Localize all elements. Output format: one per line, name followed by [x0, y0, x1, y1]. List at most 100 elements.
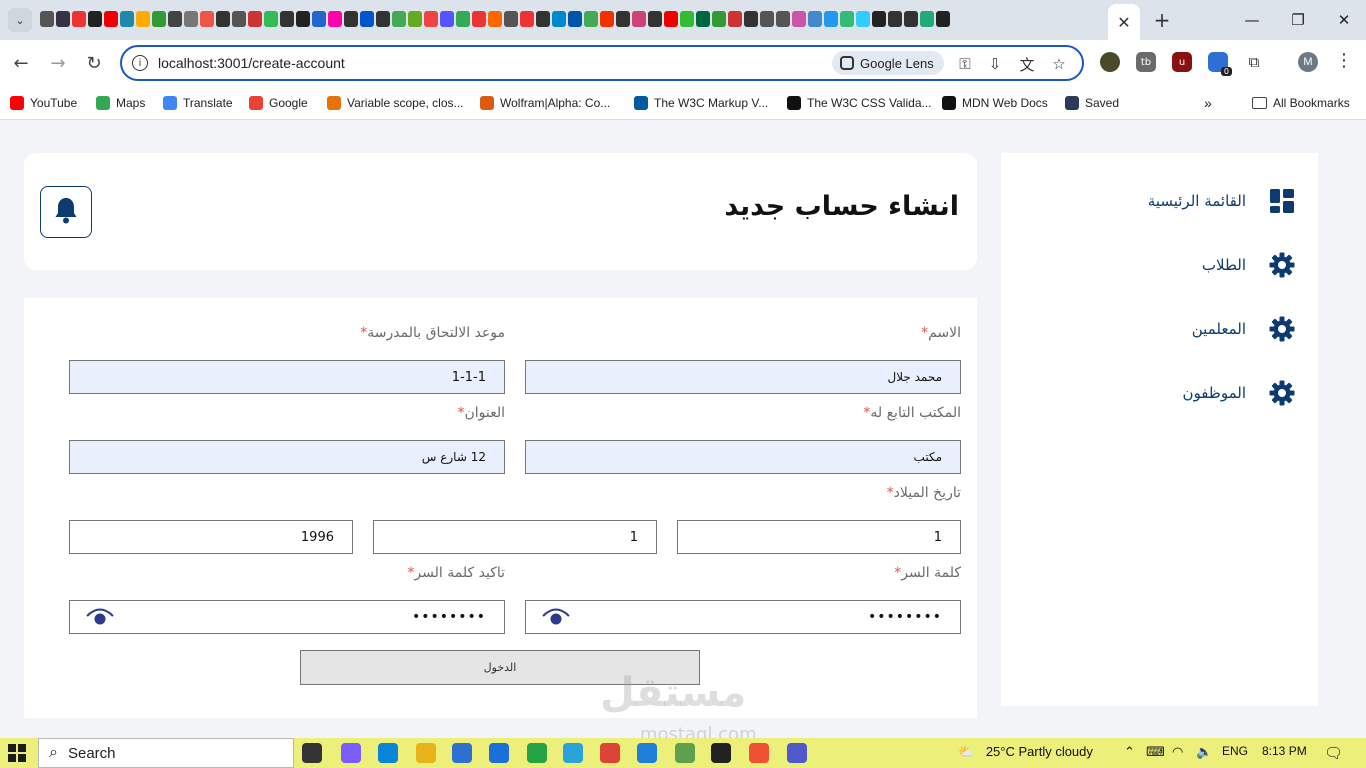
pinned-tab-favicon[interactable]	[696, 11, 710, 27]
reload-icon[interactable]: ↻	[81, 50, 107, 76]
mail-icon[interactable]	[489, 743, 509, 763]
store-icon[interactable]	[452, 743, 472, 763]
site-info-icon[interactable]: i	[132, 55, 148, 71]
edge-icon[interactable]	[378, 743, 398, 763]
sidebar-item-students[interactable]: الطلاب	[1202, 250, 1296, 280]
teams-icon[interactable]	[787, 743, 807, 763]
address-input[interactable]: 12 شارع س	[69, 440, 505, 474]
pinned-tab-favicon[interactable]	[872, 11, 886, 27]
pinned-tab-favicon[interactable]	[56, 11, 70, 27]
pinned-tab-favicon[interactable]	[888, 11, 902, 27]
pinned-tab-favicon[interactable]	[248, 11, 262, 27]
bookmark-item[interactable]: Saved	[1065, 93, 1119, 113]
pinned-tab-favicon[interactable]	[664, 11, 678, 27]
pinned-tab-favicon[interactable]	[936, 11, 950, 27]
bookmark-item[interactable]: Wolfram|Alpha: Co...	[480, 93, 610, 113]
git-icon[interactable]	[749, 743, 769, 763]
close-window-icon[interactable]: ✕	[1328, 6, 1360, 34]
pinned-tab-favicon[interactable]	[504, 11, 518, 27]
notification-center-icon[interactable]: 🗨	[1324, 744, 1343, 762]
pinned-tab-favicon[interactable]	[648, 11, 662, 27]
keyboard-icon[interactable]: ⌨	[1146, 744, 1165, 760]
pinned-tab-favicon[interactable]	[552, 11, 566, 27]
pinned-tab-favicon[interactable]	[808, 11, 822, 27]
pinned-tab-favicon[interactable]	[568, 11, 582, 27]
notifications-button[interactable]	[40, 186, 92, 238]
pinned-tab-favicon[interactable]	[72, 11, 86, 27]
extension-icon-2[interactable]: tb	[1136, 52, 1156, 72]
pinned-tab-favicon[interactable]	[712, 11, 726, 27]
forward-icon[interactable]: →	[45, 50, 71, 76]
pinned-tab-favicon[interactable]	[328, 11, 342, 27]
chrome-menu-icon[interactable]: ⋮	[1335, 50, 1353, 71]
tray-chevron-icon[interactable]: ⌃	[1124, 744, 1135, 760]
pinned-tab-favicon[interactable]	[408, 11, 422, 27]
bookmark-item[interactable]: The W3C CSS Valida...	[787, 93, 932, 113]
install-app-icon[interactable]: ⇩	[984, 53, 1006, 75]
pinned-tab-favicon[interactable]	[536, 11, 550, 27]
pinned-tab-favicon[interactable]	[88, 11, 102, 27]
pinned-tab-favicon[interactable]	[360, 11, 374, 27]
pinned-tab-favicon[interactable]	[680, 11, 694, 27]
pinned-tab-favicons[interactable]	[40, 11, 950, 29]
show-confirm-password-eye-icon[interactable]	[86, 607, 114, 629]
pinned-tab-favicon[interactable]	[168, 11, 182, 27]
back-icon[interactable]: ←	[8, 50, 34, 76]
volume-icon[interactable]: 🔈	[1196, 744, 1212, 760]
pinned-tab-favicon[interactable]	[152, 11, 166, 27]
more-bookmarks-chevron-icon[interactable]: »	[1204, 93, 1212, 113]
pinned-tab-favicon[interactable]	[264, 11, 278, 27]
pinned-tab-favicon[interactable]	[200, 11, 214, 27]
file-explorer-icon[interactable]	[416, 743, 436, 763]
translate-page-icon[interactable]: 文	[1016, 53, 1038, 75]
node-icon[interactable]	[675, 743, 695, 763]
confirm-password-input[interactable]: ••••••••	[69, 600, 505, 634]
profile-avatar[interactable]: M	[1298, 52, 1318, 72]
pinned-tab-favicon[interactable]	[392, 11, 406, 27]
pinned-tab-favicon[interactable]	[840, 11, 854, 27]
pinned-tab-favicon[interactable]	[728, 11, 742, 27]
sidebar-item-dashboard[interactable]: القائمة الرئيسية	[1148, 186, 1296, 216]
pinned-tab-favicon[interactable]	[312, 11, 326, 27]
pinned-tab-favicon[interactable]	[376, 11, 390, 27]
password-key-icon[interactable]: ⚿	[954, 53, 976, 75]
bookmark-item[interactable]: Translate	[163, 93, 233, 113]
bookmark-star-icon[interactable]: ☆	[1048, 53, 1070, 75]
pinned-tab-favicon[interactable]	[104, 11, 118, 27]
pinned-tab-favicon[interactable]	[824, 11, 838, 27]
pinned-tab-favicon[interactable]	[616, 11, 630, 27]
pinned-tab-favicon[interactable]	[296, 11, 310, 27]
whatsapp-icon[interactable]	[527, 743, 547, 763]
new-tab-button[interactable]: +	[1150, 8, 1174, 32]
pinned-tab-favicon[interactable]	[792, 11, 806, 27]
enrollment-date-input[interactable]: 1-1-1	[69, 360, 505, 394]
clock[interactable]: 8:13 PM	[1262, 744, 1307, 758]
windows-start-icon[interactable]	[8, 744, 26, 762]
pinned-tab-favicon[interactable]	[136, 11, 150, 27]
extension-icon-4[interactable]: 0	[1208, 52, 1232, 76]
task-view-icon[interactable]	[302, 743, 322, 763]
copilot-icon[interactable]	[341, 743, 361, 763]
ublock-icon[interactable]: u	[1172, 52, 1192, 72]
birth-year-input[interactable]: 1996	[69, 520, 353, 554]
pinned-tab-favicon[interactable]	[856, 11, 870, 27]
pinned-tab-favicon[interactable]	[776, 11, 790, 27]
language-indicator[interactable]: ENG	[1222, 744, 1248, 758]
password-input[interactable]: ••••••••	[525, 600, 961, 634]
pinned-tab-favicon[interactable]	[632, 11, 646, 27]
bookmark-item[interactable]: The W3C Markup V...	[634, 93, 768, 113]
url-text[interactable]: localhost:3001/create-account	[158, 55, 345, 71]
bookmark-item[interactable]: MDN Web Docs	[942, 93, 1048, 113]
pinned-tab-favicon[interactable]	[344, 11, 358, 27]
bookmark-item[interactable]: YouTube	[10, 93, 77, 113]
google-lens-button[interactable]: Google Lens	[832, 51, 944, 75]
pinned-tab-favicon[interactable]	[904, 11, 918, 27]
pinned-tab-favicon[interactable]	[232, 11, 246, 27]
pinned-tab-favicon[interactable]	[40, 11, 54, 27]
minimize-icon[interactable]: —	[1236, 6, 1268, 34]
bookmark-item[interactable]: Google	[249, 93, 308, 113]
pinned-tab-favicon[interactable]	[584, 11, 598, 27]
birth-day-input[interactable]: 1	[677, 520, 961, 554]
pinned-tab-favicon[interactable]	[216, 11, 230, 27]
pinned-tab-favicon[interactable]	[920, 11, 934, 27]
